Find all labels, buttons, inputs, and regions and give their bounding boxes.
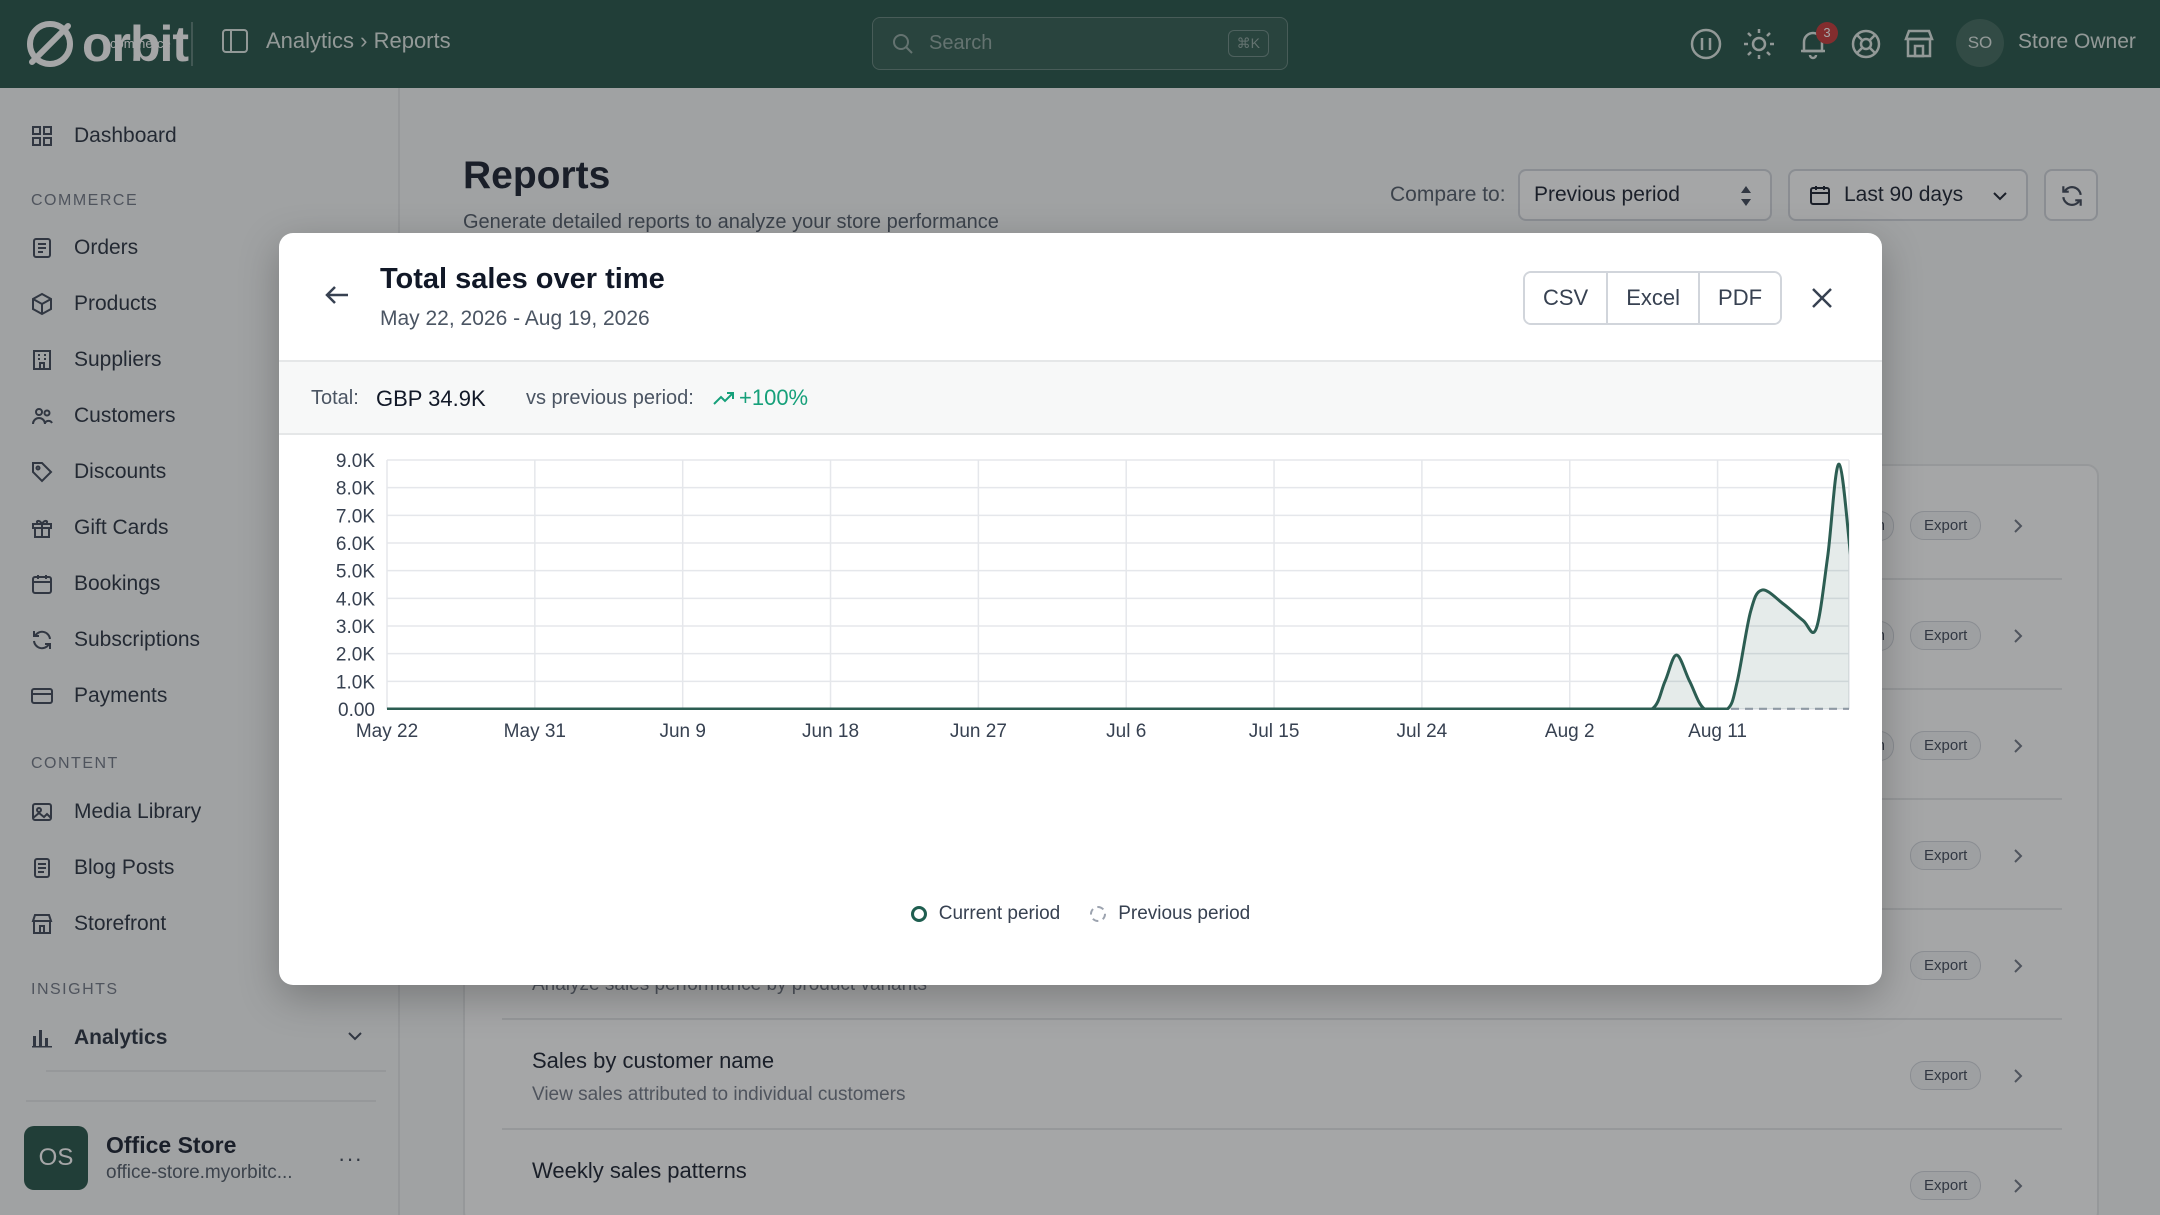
x-tick-label: Jul 15 [1249,721,1300,742]
modal-title: Total sales over time [380,263,665,295]
legend-previous-label: Previous period [1118,903,1251,924]
x-tick-label: Jul 6 [1106,721,1146,742]
x-tick-label: May 22 [356,721,418,742]
total-value: GBP 34.9K [376,386,486,411]
y-tick-label: 0.00 [338,700,375,721]
trend-up-icon [713,392,734,405]
x-tick-label: May 31 [504,721,566,742]
x-tick-label: Jun 18 [802,721,859,742]
x-tick-label: Aug 11 [1688,721,1747,742]
chart-legend: Current period Previous period [279,903,1882,925]
report-modal: Total sales over time May 22, 2026 - Aug… [279,233,1882,985]
legend-current-marker [910,906,927,922]
excel-button[interactable]: Excel [1608,273,1701,323]
y-tick-label: 1.0K [336,672,375,693]
close-icon[interactable] [1809,285,1835,311]
legend-current[interactable]: Current period [910,903,1061,925]
y-tick-label: 4.0K [336,589,375,610]
summary-bar: Total: GBP 34.9K vs previous period: +10… [279,360,1882,435]
y-tick-label: 2.0K [336,645,375,666]
export-button-group: CSV Excel PDF [1523,271,1783,325]
y-tick-label: 3.0K [336,617,375,638]
x-tick-label: Jun 27 [950,721,1007,742]
comparison-percent: +100% [739,385,809,410]
y-tick-label: 8.0K [336,479,375,500]
back-arrow-icon[interactable] [321,279,353,311]
sales-chart: 0.00 1.0K 2.0K 3.0K 4.0K 5.0K 6.0K 7.0K 8.0K 9.0K… [336,451,1850,742]
x-tick-label: Jul 24 [1397,721,1448,742]
y-tick-label: 7.0K [336,506,375,527]
series-current-line [387,462,1849,710]
comparison-label: vs previous period: [526,387,694,409]
y-tick-label: 6.0K [336,534,375,555]
modal-date-range: May 22, 2026 - Aug 19, 2026 [380,307,650,330]
total-label: Total: [311,387,359,409]
comparison-value: +100% [713,385,808,411]
csv-button[interactable]: CSV [1525,273,1609,323]
legend-previous[interactable]: Previous period [1090,903,1250,925]
y-tick-label: 5.0K [336,562,375,583]
y-tick-label: 9.0K [336,451,375,472]
legend-current-label: Current period [938,903,1061,924]
x-tick-label: Jun 9 [659,721,705,742]
legend-previous-marker [1090,906,1107,922]
x-tick-label: Aug 2 [1545,721,1595,742]
series-current-area [387,464,1849,709]
pdf-button[interactable]: PDF [1700,273,1781,323]
